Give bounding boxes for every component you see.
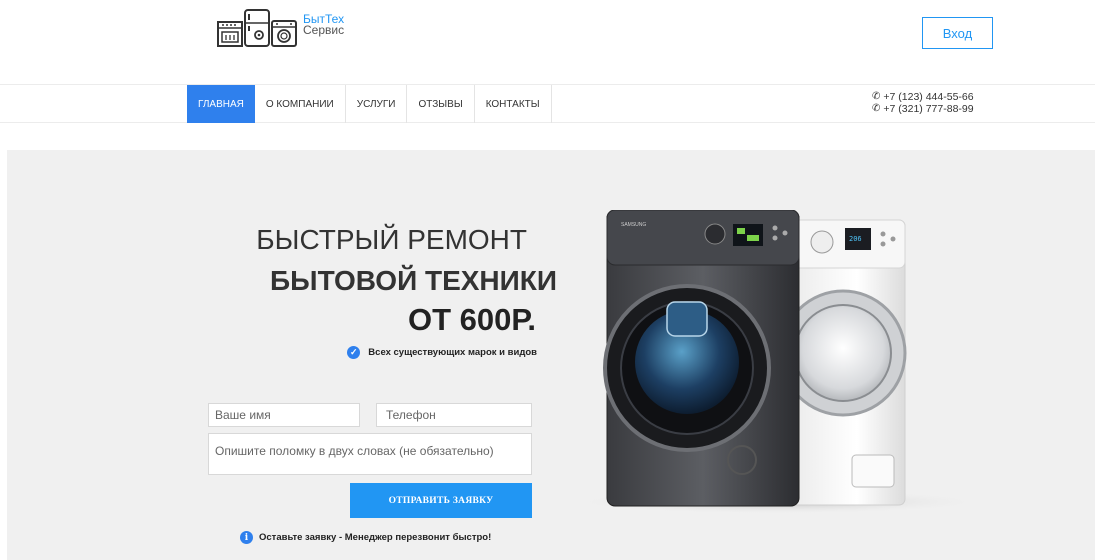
- nav-item-about[interactable]: О КОМПАНИИ: [255, 85, 346, 123]
- hero-section: БЫСТРЫЙ РЕМОНТ БЫТОВОЙ ТЕХНИКИ ОТ 600Р. …: [7, 150, 1095, 560]
- name-input[interactable]: [208, 403, 360, 427]
- logo-text: БытТех Сервис: [303, 13, 345, 37]
- callback-note: i Оставьте заявку - Менеджер перезвонит …: [240, 531, 491, 544]
- callback-note-text: Оставьте заявку - Менеджер перезвонит бы…: [259, 532, 492, 543]
- main-nav: ГЛАВНАЯ О КОМПАНИИ УСЛУГИ ОТЗЫВЫ КОНТАКТ…: [187, 85, 552, 123]
- svg-text:206: 206: [849, 235, 862, 243]
- hero-feature-text: Всех существующих марок и видов: [368, 347, 537, 358]
- phone-number-1[interactable]: +7 (123) 444-55-66: [883, 91, 973, 103]
- nav-item-home[interactable]: ГЛАВНАЯ: [187, 85, 255, 123]
- nav-item-contacts[interactable]: КОНТАКТЫ: [475, 85, 552, 123]
- phone-row[interactable]: ✆ +7 (123) 444-55-66: [872, 91, 974, 103]
- problem-description-input[interactable]: [208, 433, 532, 475]
- logo[interactable]: БытТех Сервис: [217, 9, 344, 49]
- phone-input[interactable]: [376, 403, 532, 427]
- login-button[interactable]: Вход: [922, 17, 993, 49]
- phone-number-2[interactable]: +7 (321) 777-88-99: [883, 103, 973, 115]
- check-icon: ✓: [347, 346, 361, 359]
- washing-machines-image: 206 SAMSUNG: [567, 210, 987, 514]
- phone-icon: ✆: [872, 103, 881, 114]
- hero-title-line1: БЫСТРЫЙ РЕМОНТ: [256, 224, 527, 255]
- header: БытТех Сервис Вход: [0, 0, 1095, 84]
- svg-text:SAMSUNG: SAMSUNG: [621, 222, 646, 228]
- submit-request-button[interactable]: ОТПРАВИТЬ ЗАЯВКУ: [350, 483, 532, 518]
- phone-icon: ✆: [872, 91, 881, 102]
- hero-feature: ✓ Всех существующих марок и видов: [347, 346, 537, 359]
- phone-row[interactable]: ✆ +7 (321) 777-88-99: [872, 103, 974, 115]
- navbar: ГЛАВНАЯ О КОМПАНИИ УСЛУГИ ОТЗЫВЫ КОНТАКТ…: [0, 84, 1095, 123]
- nav-item-services[interactable]: УСЛУГИ: [346, 85, 408, 123]
- nav-item-reviews[interactable]: ОТЗЫВЫ: [407, 85, 475, 123]
- info-icon: i: [240, 531, 253, 544]
- hero-price: ОТ 600Р.: [407, 302, 536, 337]
- appliances-logo-icon: [217, 9, 297, 47]
- phone-numbers: ✆ +7 (123) 444-55-66 ✆ +7 (321) 777-88-9…: [872, 91, 974, 115]
- hero-title-line2: БЫТОВОЙ ТЕХНИКИ: [270, 265, 557, 296]
- logo-brand-line2: Сервис: [303, 23, 345, 37]
